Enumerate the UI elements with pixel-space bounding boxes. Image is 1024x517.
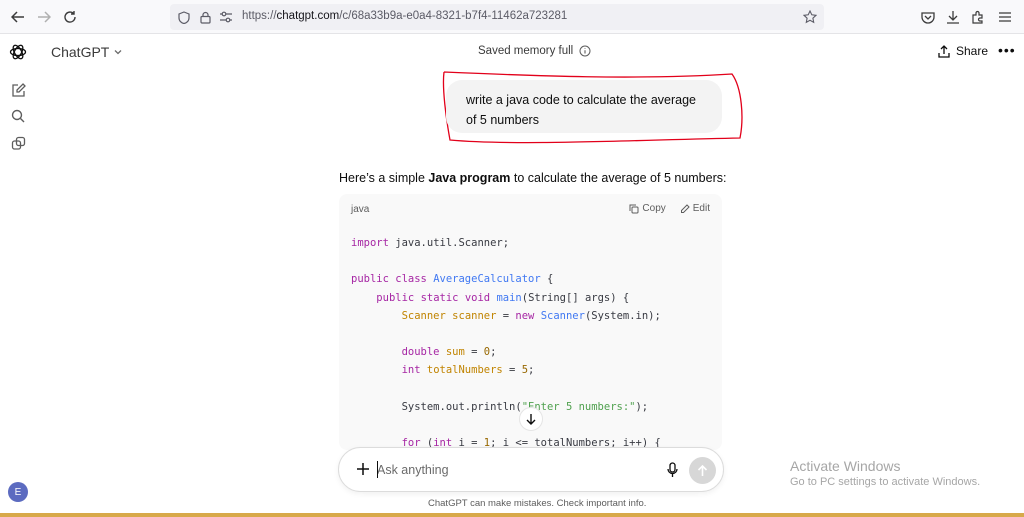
extensions-icon[interactable]: [968, 7, 988, 27]
url-text[interactable]: https://chatgpt.com/c/68a33b9a-e0a4-8321…: [242, 10, 567, 22]
code-line: ​: [351, 325, 661, 343]
more-dots: •••: [998, 42, 1016, 58]
search-icon[interactable]: [9, 107, 27, 125]
microphone-icon[interactable]: [663, 460, 681, 480]
app-title: ChatGPT: [51, 44, 110, 60]
forward-arrow-icon[interactable]: [34, 7, 54, 27]
code-line: System.out.println("Enter 5 numbers:");: [351, 400, 649, 413]
send-button[interactable]: [689, 457, 716, 484]
menu-icon[interactable]: [995, 7, 1015, 27]
bookmark-star-icon[interactable]: [802, 9, 818, 25]
composer: [338, 447, 724, 492]
intro-after: to calculate the average of 5 numbers:: [510, 171, 727, 185]
code-line: int totalNumbers = 5;: [401, 364, 535, 377]
code-content: import java.util.Scanner; ​ public class A…: [351, 234, 661, 450]
intro-bold: Java program: [428, 171, 511, 185]
code-line: ​: [351, 252, 661, 270]
code-language: java: [351, 204, 370, 215]
code-line: public static void main(String[] args) {: [376, 291, 630, 304]
arrow-down-icon: [526, 414, 536, 425]
pocket-icon[interactable]: [918, 7, 938, 27]
ask-input[interactable]: [377, 461, 647, 479]
code-line: ​: [351, 380, 661, 398]
taskbar-edge: [0, 513, 1024, 517]
copy-button[interactable]: Copy: [629, 203, 666, 214]
user-message-bubble: write a java code to calculate the avera…: [446, 80, 722, 133]
copy-icon: [629, 204, 639, 213]
copy-label: Copy: [642, 203, 666, 214]
user-message-text: write a java code to calculate the avera…: [466, 93, 696, 127]
activate-windows-watermark: Activate Windows Go to PC settings to ac…: [790, 458, 980, 488]
edit-icon: [680, 203, 690, 213]
share-button[interactable]: Share: [938, 44, 988, 58]
intro-before: Here’s a simple: [339, 171, 429, 185]
code-line: Scanner scanner = new Scanner(System.in)…: [401, 309, 661, 322]
share-label: Share: [956, 44, 989, 58]
code-line: import java.util.Scanner;: [351, 237, 510, 249]
plus-icon[interactable]: [353, 459, 373, 479]
downloads-icon[interactable]: [943, 7, 963, 27]
code-line: double sum = 0;: [401, 346, 497, 359]
openai-logo-icon[interactable]: [9, 43, 27, 61]
arrow-up-icon: [697, 464, 708, 476]
watermark-subtitle: Go to PC settings to activate Windows.: [790, 476, 981, 488]
shield-icon[interactable]: [176, 9, 192, 25]
disclaimer: ChatGPT can make mistakes. Check importa…: [428, 498, 647, 509]
scroll-to-bottom-button[interactable]: [519, 407, 543, 431]
left-rail: E: [0, 35, 36, 517]
code-line: public class AverageCalculator {: [351, 273, 554, 286]
browser-toolbar: https://chatgpt.com/c/68a33b9a-e0a4-8321…: [0, 0, 1024, 34]
info-icon[interactable]: [579, 45, 591, 57]
memory-status-text: Saved memory full: [478, 45, 574, 57]
text-caret: [377, 461, 378, 478]
library-icon[interactable]: [9, 134, 27, 152]
reload-icon[interactable]: [60, 7, 80, 27]
avatar[interactable]: E: [8, 482, 28, 502]
lock-icon[interactable]: [197, 9, 213, 25]
new-chat-icon[interactable]: [9, 81, 27, 99]
edit-label: Edit: [692, 203, 710, 214]
memory-status[interactable]: Saved memory full: [478, 45, 591, 57]
avatar-initial: E: [14, 486, 22, 498]
address-bar[interactable]: https://chatgpt.com/c/68a33b9a-e0a4-8321…: [170, 4, 824, 30]
back-arrow-icon[interactable]: [8, 7, 28, 27]
more-options-button[interactable]: •••: [998, 42, 1016, 58]
site-permissions-icon[interactable]: [218, 9, 234, 25]
code-line: ​: [351, 416, 661, 434]
watermark-title: Activate Windows: [790, 458, 901, 474]
chevron-down-icon: [114, 50, 122, 55]
assistant-intro: Here’s a simple Java program to calculat…: [339, 171, 726, 185]
share-icon: [938, 44, 950, 58]
model-selector[interactable]: ChatGPT: [51, 44, 123, 60]
code-header: java Copy Edit: [339, 194, 722, 222]
edit-button[interactable]: Edit: [680, 203, 710, 214]
